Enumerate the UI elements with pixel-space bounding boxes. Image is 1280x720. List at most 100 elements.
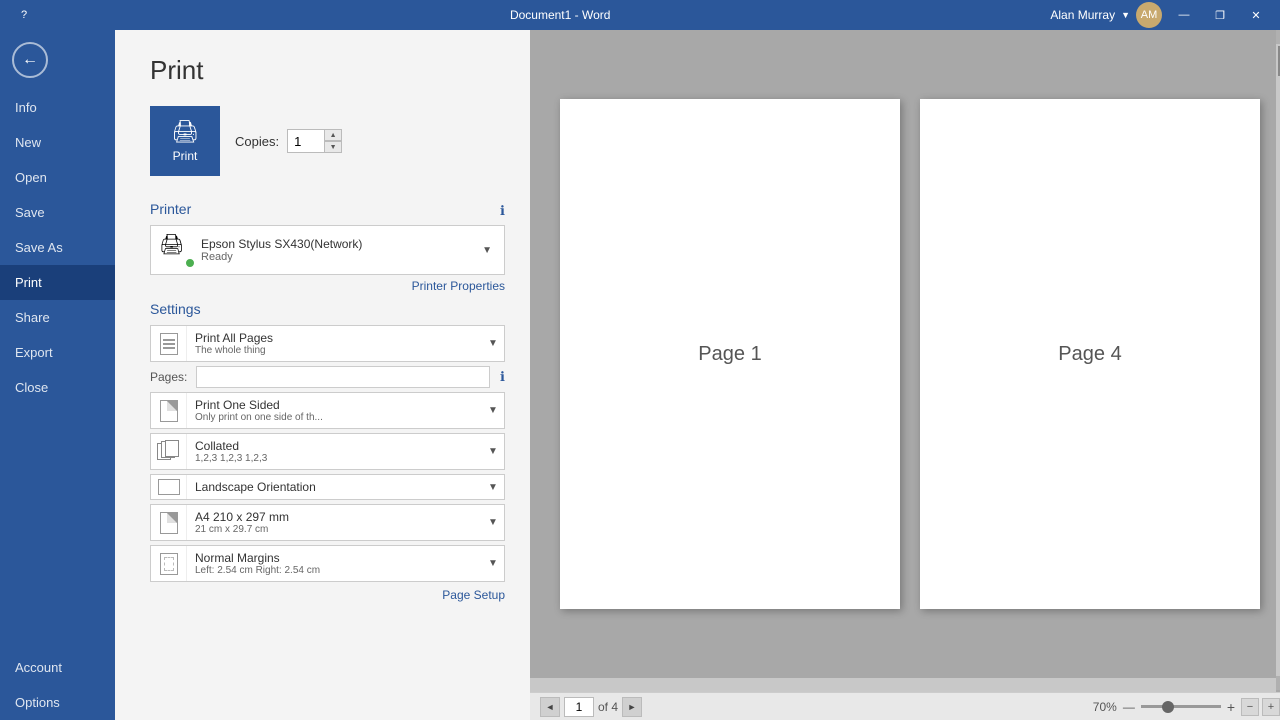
pages-setting-arrow[interactable]: ▼ [482,326,504,361]
printer-selector[interactable]: 🖨 Epson Stylus SX430(Network) Ready ▼ [150,225,505,275]
orientation-setting-main: Landscape Orientation [195,480,474,494]
margins-setting-row[interactable]: Normal Margins Left: 2.54 cm Right: 2.54… [150,545,505,582]
zoom-expand-buttons: − + [1241,698,1280,716]
zoom-out-button[interactable]: − [1241,698,1259,716]
prev-page-button[interactable]: ◄ [540,697,560,717]
zoom-section: 70% — + − + [1093,698,1280,716]
collated-setting-text: Collated 1,2,3 1,2,3 1,2,3 [187,434,482,469]
printer-properties-link[interactable]: Printer Properties [150,279,505,293]
margins-setting-text: Normal Margins Left: 2.54 cm Right: 2.54… [187,546,482,581]
zoom-plus-icon: + [1227,699,1235,715]
copies-down-button[interactable]: ▼ [324,141,342,153]
user-dropdown-icon[interactable]: ▼ [1121,10,1130,20]
paper-setting-icon [151,505,187,540]
copies-section: Copies: ▲ ▼ [235,129,342,153]
pages-setting-text: Print All Pages The whole thing [187,326,482,361]
copies-spinner: ▲ ▼ [324,129,342,153]
copies-label: Copies: [235,134,279,149]
pages-setting-icon [151,326,187,361]
pages-info-icon[interactable]: ℹ [500,369,505,385]
collated-setting-row[interactable]: Collated 1,2,3 1,2,3 1,2,3 ▼ [150,433,505,470]
horizontal-scrollbar[interactable] [530,678,1276,692]
settings-section-title: Settings [150,301,505,317]
page1-preview: Page 1 [560,99,900,609]
current-page-input[interactable] [564,697,594,717]
page-setup-link[interactable]: Page Setup [150,588,505,602]
printer-status-indicator [185,258,195,268]
user-name: Alan Murray [1050,8,1115,22]
main-layout: ← Info New Open Save Save As Print Share… [0,30,1280,720]
sidebar-item-new[interactable]: New [0,125,115,160]
total-pages-label: of 4 [598,700,618,714]
zoom-in-button[interactable]: + [1262,698,1280,716]
collated-setting-sub: 1,2,3 1,2,3 1,2,3 [195,453,474,464]
printer-name: Epson Stylus SX430(Network) [201,237,472,251]
collated-setting-main: Collated [195,439,474,453]
sidebar-item-share[interactable]: Share [0,300,115,335]
pages-label: Pages: [150,370,190,384]
margins-setting-arrow[interactable]: ▼ [482,546,504,581]
back-icon: ← [12,42,48,78]
paper-setting-text: A4 210 x 297 mm 21 cm x 29.7 cm [187,505,482,540]
scroll-up-arrow[interactable]: ▲ [1276,30,1280,44]
print-button-row: 🖨 Print Copies: ▲ ▼ [150,106,505,176]
print-button-label: Print [173,149,198,163]
vertical-scrollbar[interactable]: ▲ ▼ [1276,30,1280,690]
page-title: Print [150,55,505,86]
collated-setting-arrow[interactable]: ▼ [482,434,504,469]
sided-setting-text: Print One Sided Only print on one side o… [187,393,482,428]
sidebar-item-open[interactable]: Open [0,160,115,195]
sidebar-item-save[interactable]: Save [0,195,115,230]
pages-setting-row[interactable]: Print All Pages The whole thing ▼ [150,325,505,362]
pages-input-row: Pages: ℹ [150,366,505,388]
sided-setting-main: Print One Sided [195,398,474,412]
printer-status: Ready [201,251,472,263]
printer-dropdown-arrow[interactable]: ▼ [478,243,496,258]
back-button[interactable]: ← [5,35,55,85]
sidebar-item-print[interactable]: Print [0,265,115,300]
next-page-button[interactable]: ► [622,697,642,717]
pages-setting-sub: The whole thing [195,345,474,356]
sided-setting-icon [151,393,187,428]
printer-icon-wrap: 🖨 [159,232,195,268]
sidebar-item-info[interactable]: Info [0,90,115,125]
sided-setting-sub: Only print on one side of th... [195,412,474,423]
paper-setting-main: A4 210 x 297 mm [195,510,474,524]
orientation-setting-arrow[interactable]: ▼ [482,475,504,499]
paper-setting-arrow[interactable]: ▼ [482,505,504,540]
sidebar-item-save-as[interactable]: Save As [0,230,115,265]
help-button[interactable]: ? [10,5,38,25]
preview-nav: ◄ of 4 ► 70% — + − + [530,692,1280,720]
restore-button[interactable]: ❐ [1206,5,1234,25]
sided-setting-row[interactable]: Print One Sided Only print on one side o… [150,392,505,429]
close-button[interactable]: ✕ [1242,5,1270,25]
paper-setting-row[interactable]: A4 210 x 297 mm 21 cm x 29.7 cm ▼ [150,504,505,541]
titlebar: ? Document1 - Word Alan Murray ▼ AM — ❐ … [0,0,1280,30]
user-info: Alan Murray ▼ AM [1050,2,1162,28]
printer-info: Epson Stylus SX430(Network) Ready [201,237,472,263]
scroll-down-arrow[interactable]: ▼ [1276,676,1280,690]
sidebar-item-close[interactable]: Close [0,370,115,405]
minimize-button[interactable]: — [1170,5,1198,25]
printer-section-title: Printer [150,201,191,217]
zoom-level-label: 70% [1093,700,1117,714]
copies-up-button[interactable]: ▲ [324,129,342,141]
margins-setting-main: Normal Margins [195,551,474,565]
printer-info-icon[interactable]: ℹ [500,203,505,219]
page1-label: Page 1 [698,343,761,366]
zoom-minus-icon: — [1123,700,1135,714]
sidebar-item-options[interactable]: Options [0,685,115,720]
orientation-setting-row[interactable]: Landscape Orientation ▼ [150,474,505,500]
margins-setting-icon [151,546,187,581]
print-button[interactable]: 🖨 Print [150,106,220,176]
printer-icon: 🖨 [159,234,184,256]
pages-setting-main: Print All Pages [195,331,474,345]
zoom-slider[interactable] [1141,705,1221,708]
print-panel: Print 🖨 Print Copies: ▲ ▼ [115,30,530,720]
page4-preview: Page 4 [920,99,1260,609]
sided-setting-arrow[interactable]: ▼ [482,393,504,428]
pages-input[interactable] [196,366,490,388]
copies-input-wrap: ▲ ▼ [287,129,342,153]
sidebar-item-account[interactable]: Account [0,650,115,685]
sidebar-item-export[interactable]: Export [0,335,115,370]
